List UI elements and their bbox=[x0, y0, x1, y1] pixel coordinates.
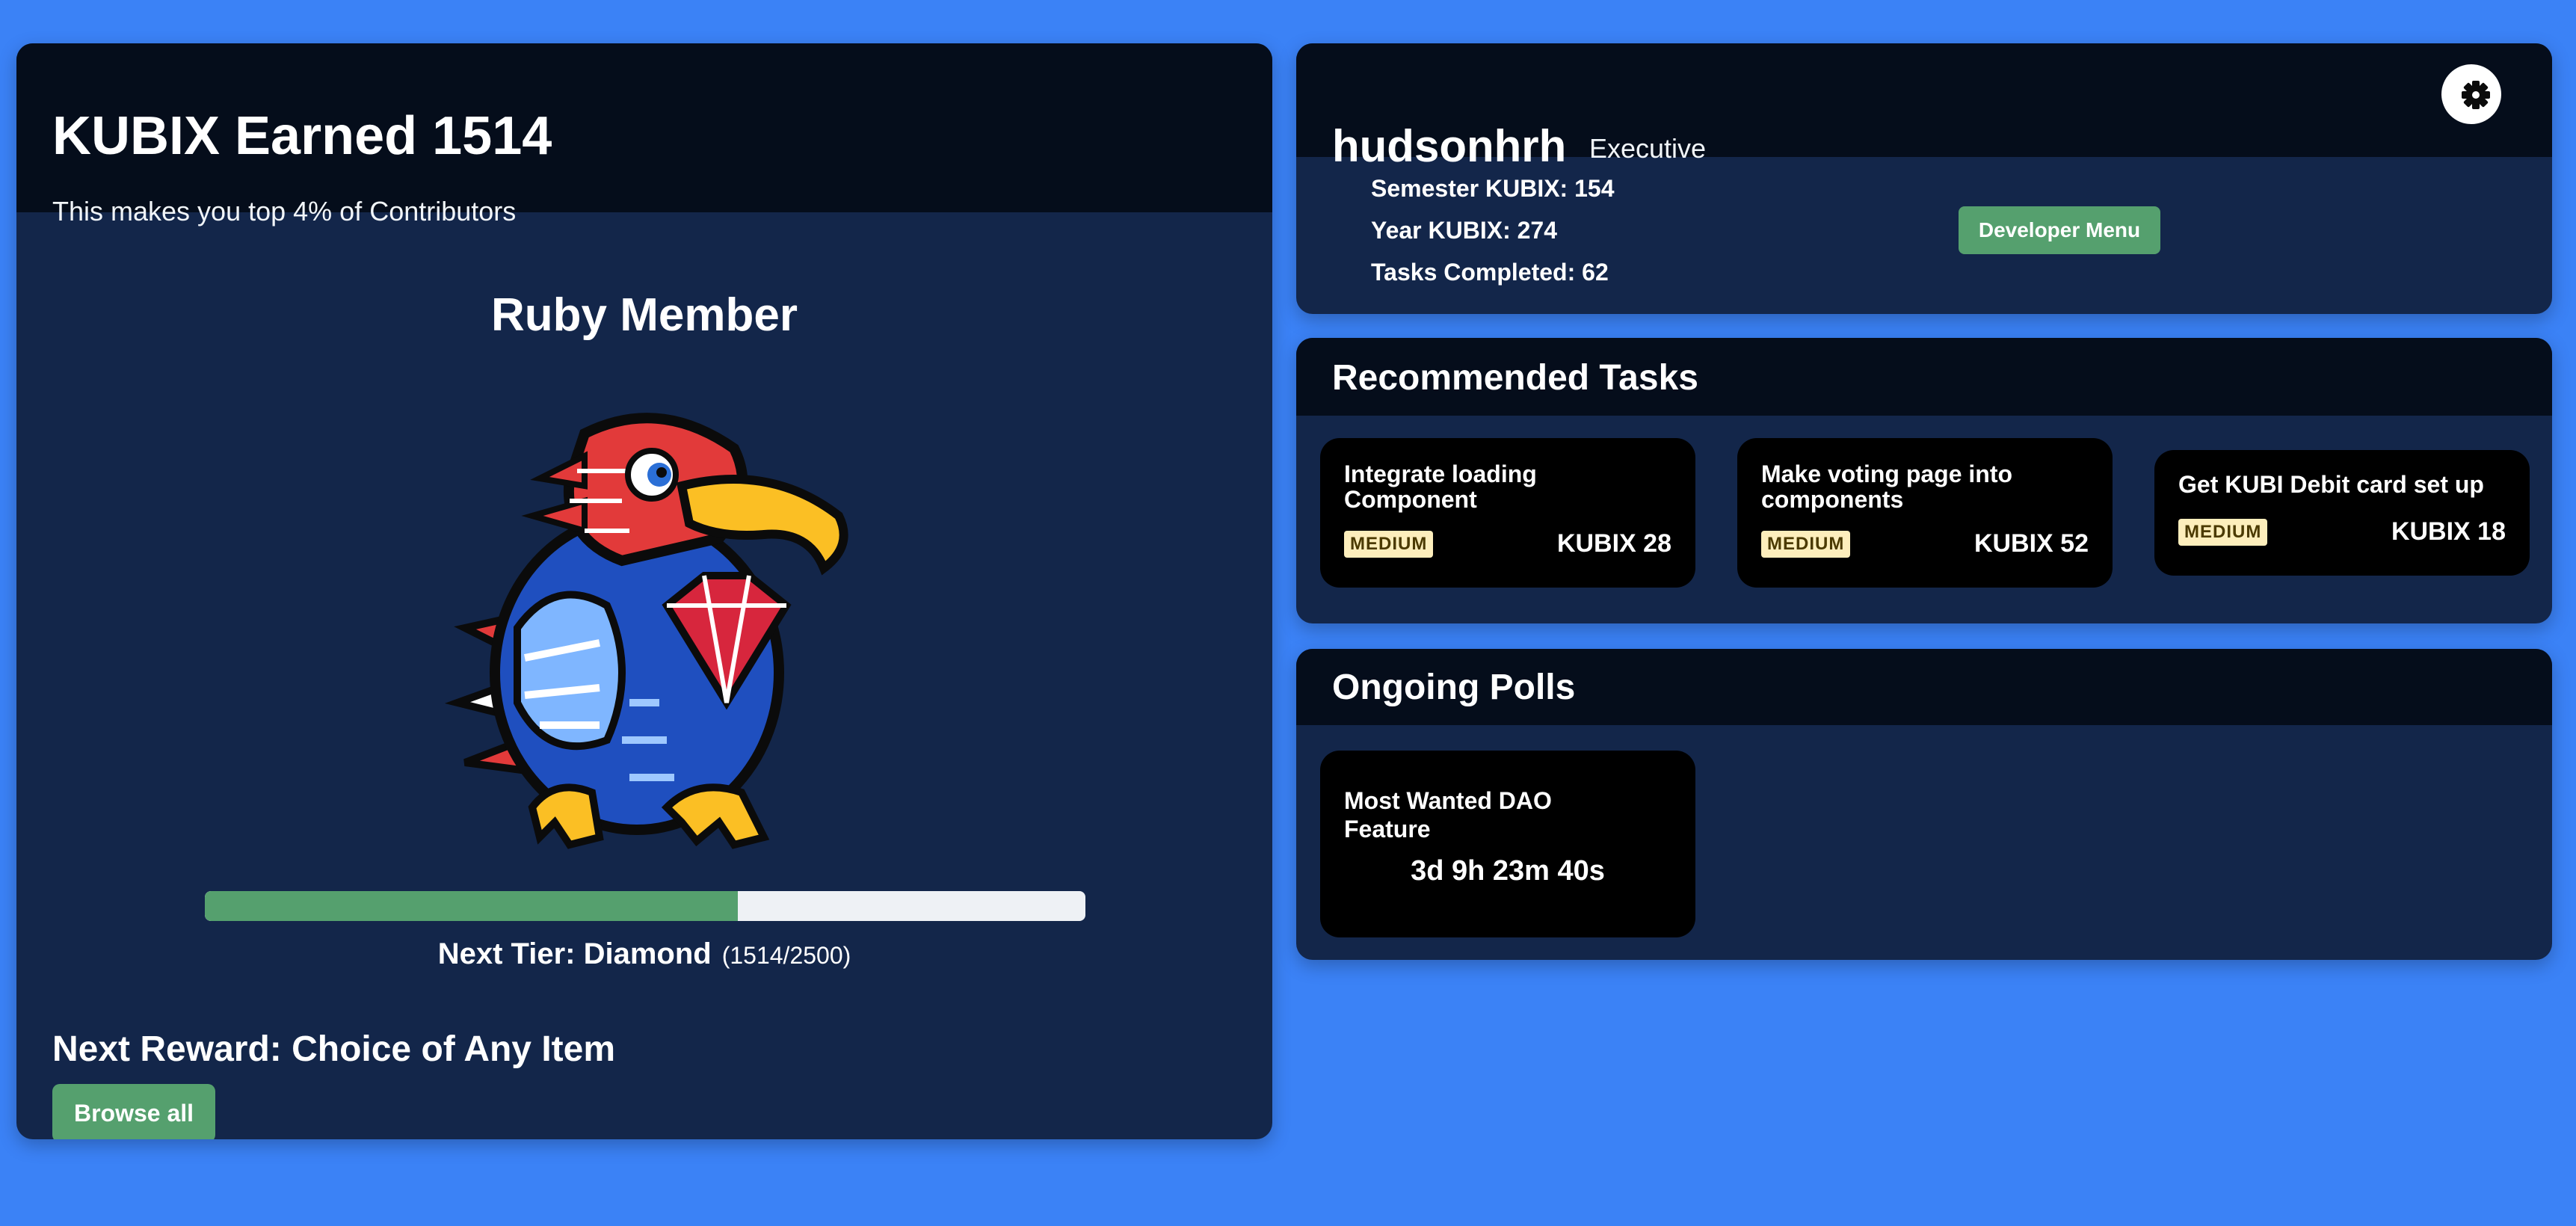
task-kubix-value: KUBIX 28 bbox=[1556, 529, 1671, 558]
difficulty-badge: MEDIUM bbox=[1344, 531, 1434, 558]
difficulty-badge: MEDIUM bbox=[2178, 519, 2268, 546]
poll-card[interactable]: Most Wanted DAO Feature 3d 9h 23m 40s bbox=[1320, 751, 1695, 937]
next-tier-text: Next Tier: Diamond (1514/2500) bbox=[16, 937, 1272, 971]
settings-button[interactable] bbox=[2441, 64, 2501, 124]
top-percent-text: This makes you top 4% of Contributors bbox=[52, 196, 517, 227]
recommended-tasks-card: Recommended Tasks Integrate loading Comp… bbox=[1296, 338, 2552, 623]
tier-title: Ruby Member bbox=[491, 289, 798, 341]
next-tier-count: (1514/2500) bbox=[721, 942, 851, 969]
kubix-summary-header: KUBIX Earned 1514 This makes you top 4% … bbox=[16, 43, 1272, 227]
difficulty-badge: MEDIUM bbox=[1761, 531, 1851, 558]
task-kubix-value: KUBIX 18 bbox=[2391, 517, 2506, 546]
recommended-tasks-title: Recommended Tasks bbox=[1332, 358, 1698, 398]
gear-icon bbox=[2462, 81, 2490, 109]
task-name: Get KUBI Debit card set up bbox=[2178, 471, 2484, 498]
next-reward-text: Next Reward: Choice of Any Item bbox=[52, 1029, 616, 1069]
semester-kubix-stat: Semester KUBIX: 154 bbox=[1371, 175, 1615, 202]
user-role: Executive bbox=[1589, 133, 1707, 164]
browse-all-button[interactable]: Browse all bbox=[52, 1084, 215, 1139]
tier-progress-fill bbox=[205, 891, 739, 921]
kubix-summary-card: KUBIX Earned 1514 This makes you top 4% … bbox=[16, 43, 1272, 1139]
task-kubix-value: KUBIX 52 bbox=[1973, 529, 2089, 558]
ongoing-polls-title: Ongoing Polls bbox=[1332, 668, 1576, 707]
tier-progress-bar bbox=[205, 891, 1085, 921]
task-name: Make voting page into components bbox=[1761, 460, 2013, 513]
kubix-earned-title: KUBIX Earned 1514 bbox=[52, 106, 552, 166]
jayhawk-mascot-image bbox=[444, 413, 848, 849]
task-card[interactable]: Get KUBI Debit card set up MEDIUM KUBIX … bbox=[2154, 450, 2530, 576]
task-card[interactable]: Make voting page into components MEDIUM … bbox=[1737, 438, 2113, 588]
task-card[interactable]: Integrate loading Component MEDIUM KUBIX… bbox=[1320, 438, 1695, 588]
username: hudsonhrh bbox=[1332, 121, 1567, 171]
poll-countdown: 3d 9h 23m 40s bbox=[1411, 855, 1605, 887]
ongoing-polls-card: Ongoing Polls Most Wanted DAO Feature 3d… bbox=[1296, 649, 2552, 960]
profile-card: hudsonhrh Executive Semester KUBIX: 154 … bbox=[1296, 43, 2552, 314]
developer-menu-button[interactable]: Developer Menu bbox=[1959, 206, 2160, 254]
task-name: Integrate loading Component bbox=[1344, 460, 1537, 513]
next-tier-label: Next Tier: Diamond bbox=[437, 937, 712, 970]
poll-name: Most Wanted DAO Feature bbox=[1344, 787, 1552, 843]
tasks-completed-stat: Tasks Completed: 62 bbox=[1371, 259, 1609, 286]
year-kubix-stat: Year KUBIX: 274 bbox=[1371, 217, 1558, 244]
